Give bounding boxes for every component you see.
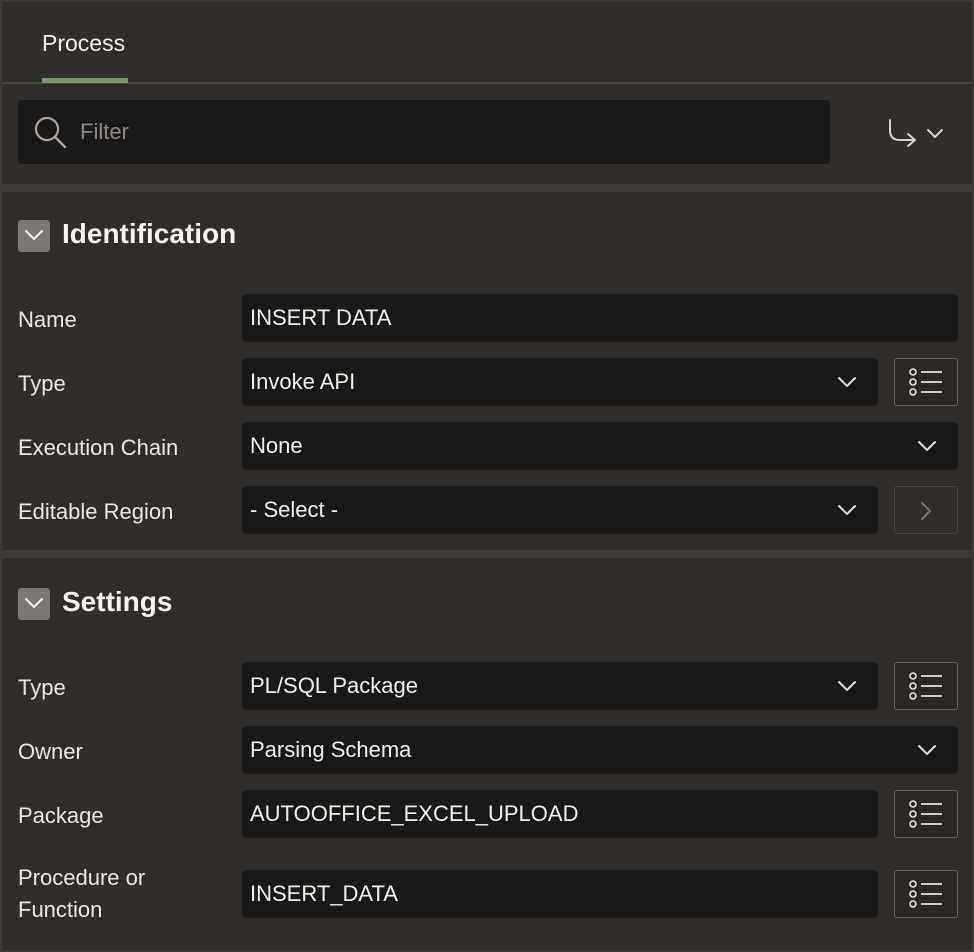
active-tab-indicator bbox=[42, 78, 128, 83]
package-value: AUTOOFFICE_EXCEL_UPLOAD bbox=[250, 801, 579, 826]
property-editor-panel: Process Identification bbox=[0, 0, 974, 952]
chevron-down-icon bbox=[918, 745, 936, 755]
chevron-down-icon bbox=[24, 597, 44, 609]
identification-collapse-button[interactable] bbox=[18, 220, 50, 252]
tab-process-label: Process bbox=[42, 30, 126, 56]
execution-chain-value: None bbox=[250, 433, 303, 458]
settings-type-value: PL/SQL Package bbox=[250, 673, 418, 698]
search-icon bbox=[34, 116, 67, 149]
name-value: INSERT DATA bbox=[250, 305, 392, 330]
name-label: Name bbox=[18, 307, 77, 332]
filter-box bbox=[18, 100, 830, 164]
identification-type-label: Type bbox=[18, 371, 66, 396]
procedure-label: Procedure or Function bbox=[18, 862, 145, 926]
editable-region-label: Editable Region bbox=[18, 499, 174, 524]
execution-chain-select[interactable]: None bbox=[242, 422, 958, 470]
settings-header: Settings bbox=[18, 584, 618, 624]
package-list-button[interactable] bbox=[894, 790, 958, 838]
filter-input[interactable] bbox=[80, 100, 820, 164]
list-icon bbox=[909, 672, 942, 700]
settings-type-select[interactable]: PL/SQL Package bbox=[242, 662, 878, 710]
section-separator bbox=[2, 184, 972, 192]
chevron-down-icon bbox=[24, 229, 44, 241]
editable-region-select[interactable]: - Select - bbox=[242, 486, 878, 534]
identification-type-value: Invoke API bbox=[250, 369, 356, 394]
procedure-field[interactable]: INSERT_DATA bbox=[242, 870, 878, 918]
chevron-down-icon bbox=[838, 505, 856, 515]
goto-menu-button[interactable] bbox=[882, 114, 952, 154]
procedure-label-line1: Procedure or bbox=[18, 865, 146, 890]
identification-type-list-button[interactable] bbox=[894, 358, 958, 406]
identification-type-select[interactable]: Invoke API bbox=[242, 358, 878, 406]
procedure-label-line2: Function bbox=[18, 897, 103, 922]
name-field[interactable]: INSERT DATA bbox=[242, 294, 958, 342]
procedure-value: INSERT_DATA bbox=[250, 881, 398, 906]
identification-header: Identification bbox=[18, 216, 618, 256]
chevron-down-icon bbox=[838, 377, 856, 387]
filter-row bbox=[2, 86, 972, 184]
chevron-down-icon bbox=[918, 441, 936, 451]
settings-title: Settings bbox=[62, 586, 173, 617]
package-label: Package bbox=[18, 803, 104, 828]
owner-value: Parsing Schema bbox=[250, 737, 412, 762]
editable-region-go-button[interactable] bbox=[894, 486, 958, 534]
chevron-down-icon bbox=[838, 681, 856, 691]
settings-collapse-button[interactable] bbox=[18, 588, 50, 620]
goto-arrow-icon bbox=[889, 119, 943, 147]
settings-type-list-button[interactable] bbox=[894, 662, 958, 710]
tab-bar: Process bbox=[2, 2, 972, 84]
chevron-right-icon bbox=[921, 502, 931, 520]
execution-chain-label: Execution Chain bbox=[18, 435, 179, 460]
editable-region-value: - Select - bbox=[250, 497, 339, 522]
list-icon bbox=[909, 800, 942, 828]
package-field[interactable]: AUTOOFFICE_EXCEL_UPLOAD bbox=[242, 790, 878, 838]
procedure-list-button[interactable] bbox=[894, 870, 958, 918]
list-icon bbox=[909, 880, 942, 908]
identification-title: Identification bbox=[62, 218, 237, 249]
tab-process[interactable]: Process bbox=[42, 30, 125, 84]
settings-type-label: Type bbox=[18, 675, 66, 700]
owner-select[interactable]: Parsing Schema bbox=[242, 726, 958, 774]
section-separator bbox=[2, 550, 972, 558]
owner-label: Owner bbox=[18, 739, 83, 764]
list-icon bbox=[909, 368, 942, 396]
